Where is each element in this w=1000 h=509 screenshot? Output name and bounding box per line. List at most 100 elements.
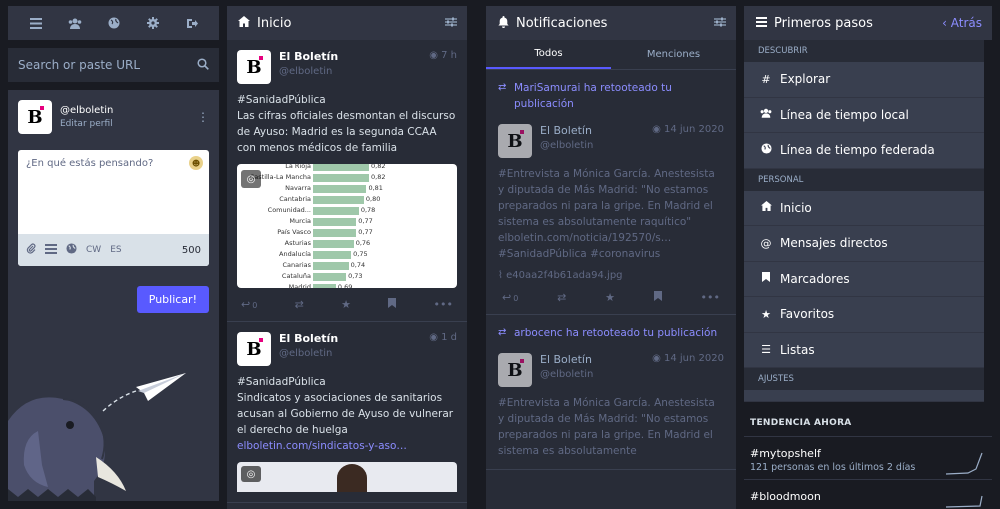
star-icon[interactable]: ★ [605, 291, 615, 304]
avatar[interactable]: B [498, 124, 532, 158]
boost-icon[interactable]: ⇄ [557, 291, 566, 304]
status-time[interactable]: ◉ 14 jun 2020 [652, 124, 724, 135]
username[interactable]: @elboletin [279, 348, 429, 359]
chart-bar-row: Navarra 0,81 [237, 183, 457, 194]
status-card[interactable]: B El Boletín @elboletin ◉ 1 d #SanidadPú… [227, 322, 467, 503]
column-settings-icon[interactable] [714, 16, 726, 30]
status-time[interactable]: ◉ 14 jun 2020 [652, 353, 724, 364]
avatar[interactable]: B [237, 50, 271, 84]
search-placeholder: Search or paste URL [18, 58, 141, 72]
username[interactable]: @elboletin [540, 140, 652, 151]
chart-value-label: 0,69 [337, 283, 353, 288]
star-icon: ★ [761, 307, 771, 321]
menu-item-home[interactable]: Inicio [744, 190, 984, 226]
username[interactable]: @elboletin [279, 66, 429, 77]
display-name[interactable]: El Boletín [540, 124, 652, 137]
emoji-picker-icon[interactable]: ☻ [189, 156, 203, 170]
content-warning-button[interactable]: CW [86, 245, 101, 255]
status-actions: ↩ 0 ⇄ ★ ••• [237, 298, 457, 311]
publish-button[interactable]: Publicar! [136, 286, 209, 313]
avatar[interactable]: B [237, 332, 271, 366]
column-settings-icon[interactable] [445, 16, 457, 30]
menu-item-lists[interactable]: ☰ Listas [744, 332, 984, 368]
menu-item-bookmarks[interactable]: Marcadores [744, 261, 984, 297]
notification-item[interactable]: ⇄ arbocenc ha retooteado tu publicación … [486, 315, 736, 470]
visibility-globe-icon[interactable] [66, 243, 77, 257]
trend-item[interactable]: #mytopshelf 121 personas en los últimos … [744, 436, 992, 475]
chart-value-label: 0,74 [350, 261, 366, 269]
back-button[interactable]: ‹ Atrás [942, 16, 982, 30]
gear-icon[interactable] [146, 16, 160, 30]
home-column-header[interactable]: Inicio [227, 6, 467, 40]
hashtag[interactable]: #SanidadPública [237, 92, 457, 108]
edit-profile-link[interactable]: Editar perfil [60, 119, 197, 129]
menu-item-direct-messages[interactable]: @ Mensajes directos [744, 226, 984, 262]
chart-bar-row: Murcia 0,77 [237, 216, 457, 227]
reply-button[interactable]: ↩ 0 [241, 298, 257, 311]
media-attachment[interactable]: La Rioja 0,82 Castilla-La Mancha 0,82 Navarr… [237, 164, 457, 288]
more-icon[interactable]: ••• [434, 298, 453, 311]
star-icon[interactable]: ★ [341, 298, 351, 311]
hide-media-icon[interactable]: ◎ [241, 466, 261, 482]
display-name[interactable]: El Boletín [279, 332, 429, 345]
chart-bar [313, 250, 352, 259]
attach-icon[interactable] [26, 243, 36, 257]
tab-menciones[interactable]: Menciones [611, 40, 736, 69]
status-content: #SanidadPública Las cifras oficiales des… [237, 92, 457, 156]
notifications-column-header[interactable]: Notificaciones [486, 6, 736, 40]
chart-category-label: Cantabria [279, 195, 311, 203]
bookmark-icon[interactable] [653, 291, 662, 304]
chart-category-label: Asturias [284, 239, 311, 247]
username[interactable]: @elboletin [540, 369, 652, 380]
reply-button[interactable]: ↩ 0 [502, 291, 518, 304]
account-username[interactable]: @elboletin [60, 105, 197, 116]
menu-item-explorar[interactable]: # Explorar [744, 62, 984, 98]
status-time[interactable]: ◉ 1 d [429, 332, 457, 343]
display-name[interactable]: El Boletín [279, 50, 429, 63]
hide-media-icon[interactable]: ◎ [241, 170, 261, 188]
status-time[interactable]: ◉ 7 h [429, 50, 457, 61]
logout-icon[interactable] [185, 16, 199, 30]
search-input[interactable]: Search or paste URL [8, 48, 219, 82]
chart-category-label: Murcia [289, 217, 311, 225]
compose-textarea[interactable]: ¿En qué estás pensando? ☻ CW ES 500 [18, 150, 209, 266]
notification-header[interactable]: arbocenc ha retooteado tu publicación [514, 325, 717, 341]
tab-todos[interactable]: Todos [486, 40, 611, 69]
chart-category-label: Navarra [285, 184, 311, 192]
bookmark-icon[interactable] [388, 298, 397, 311]
menu-icon[interactable] [29, 16, 43, 30]
avatar[interactable]: B [498, 353, 532, 387]
search-icon [197, 57, 209, 73]
people-icon[interactable] [68, 16, 82, 30]
media-attachment[interactable]: ◎ [237, 462, 457, 492]
notification-tabs: Todos Menciones [486, 40, 736, 70]
status-link[interactable]: elboletin.com/sindicatos-y-aso… [237, 438, 457, 454]
status-content: #Entrevista a Mónica García. Anestesista… [498, 395, 724, 459]
chart-category-label: Cataluña [281, 272, 311, 280]
getting-started-title: Primeros pasos [774, 15, 873, 31]
attachment-link[interactable]: ⌇ e40aa2f4b61ada94.jpg [498, 270, 724, 281]
status-link[interactable]: elboletin.com/noticia/192570/s… [498, 230, 724, 246]
notifications-column: Notificaciones Todos Menciones ⇄ MariSam… [486, 6, 736, 509]
menu-item-favourites[interactable]: ★ Favoritos [744, 297, 984, 333]
avatar[interactable]: B [18, 100, 52, 134]
trend-item[interactable]: #bloodmoon [744, 479, 992, 508]
status-text: #Entrevista a Mónica García. Anestesista… [498, 397, 715, 457]
poll-icon[interactable] [45, 243, 57, 257]
getting-started-column: Primeros pasos ‹ Atrás DESCUBRIR # Explo… [744, 6, 992, 509]
more-icon[interactable]: ••• [701, 291, 720, 304]
notification-header[interactable]: MariSamurai ha retooteado tu publicación [514, 80, 724, 112]
menu-item-federated-timeline[interactable]: Línea de tiempo federada [744, 133, 984, 169]
notification-item[interactable]: ⇄ MariSamurai ha retooteado tu publicaci… [486, 70, 736, 315]
status-card[interactable]: B El Boletín @elboletin ◉ 7 h #SanidadPú… [227, 40, 467, 322]
display-name[interactable]: El Boletín [540, 353, 652, 366]
compose-placeholder: ¿En qué estás pensando? [26, 158, 154, 169]
language-button[interactable]: ES [110, 245, 121, 255]
kebab-menu-icon[interactable]: ⋮ [197, 110, 209, 124]
globe-icon[interactable] [107, 16, 121, 30]
hashtag[interactable]: #SanidadPública [237, 374, 457, 390]
hashtags[interactable]: #SanidadPública #coronavirus [498, 246, 724, 262]
menu-item-settings-partial[interactable] [744, 390, 984, 402]
menu-item-local-timeline[interactable]: Línea de tiempo local [744, 97, 984, 133]
boost-icon[interactable]: ⇄ [295, 298, 304, 311]
